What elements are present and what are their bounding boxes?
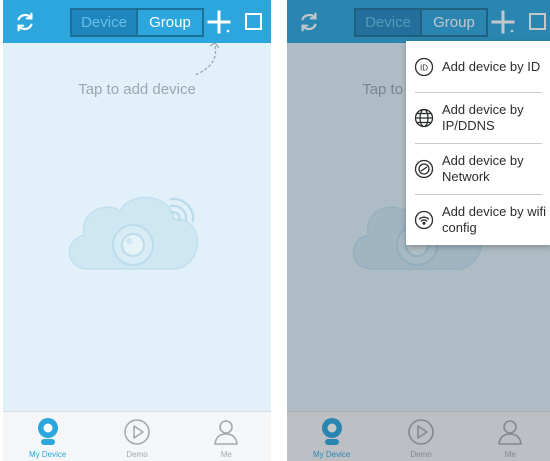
add-device-hint: Tap to add device bbox=[78, 81, 196, 98]
menu-item-label: Add device by IP/DDNS bbox=[442, 101, 524, 133]
tab-my-device[interactable]: My Device bbox=[3, 412, 92, 461]
network-icon bbox=[406, 159, 442, 179]
wifi-icon bbox=[406, 210, 442, 230]
tab-label: Demo bbox=[126, 450, 148, 459]
right-screen: Device Group Tap to add device bbox=[287, 0, 550, 461]
menu-item-add-by-id[interactable]: ID Add device by ID bbox=[406, 41, 550, 92]
segment-device[interactable]: Device bbox=[72, 10, 136, 35]
menu-item-add-by-wifi-config[interactable]: Add device by wifi config bbox=[406, 194, 550, 245]
cloud-camera-wifi-icon bbox=[68, 196, 199, 270]
menu-item-label: Add device by wifi config bbox=[442, 203, 547, 235]
user-icon bbox=[212, 417, 240, 447]
menu-item-label: Add device by ID bbox=[442, 58, 541, 74]
add-icon[interactable] bbox=[203, 0, 235, 43]
camera-icon bbox=[35, 417, 61, 447]
menu-item-label: Add device by Network bbox=[442, 152, 524, 184]
menu-item-add-by-network[interactable]: Add device by Network bbox=[406, 143, 550, 194]
refresh-icon[interactable] bbox=[7, 0, 43, 43]
dashed-arrow-icon bbox=[194, 43, 220, 76]
id-icon: ID bbox=[406, 57, 442, 77]
segment-group[interactable]: Group bbox=[136, 10, 202, 35]
device-list-area: Tap to add device bbox=[3, 43, 271, 411]
add-device-menu: ID Add device by ID Add device by IP/DDN… bbox=[406, 41, 550, 245]
select-square-icon[interactable] bbox=[239, 0, 267, 43]
menu-item-add-by-ip-ddns[interactable]: Add device by IP/DDNS bbox=[406, 92, 550, 143]
play-icon bbox=[123, 417, 151, 447]
left-screen: Device Group Tap to add device My Device… bbox=[3, 0, 271, 461]
globe-icon bbox=[406, 108, 442, 128]
svg-text:ID: ID bbox=[420, 63, 428, 72]
tab-label: My Device bbox=[28, 450, 67, 459]
bottom-tab-bar: My Device Demo Me bbox=[3, 411, 271, 461]
device-group-segmented-control: Device Group bbox=[70, 8, 204, 37]
top-bar: Device Group bbox=[3, 0, 271, 43]
tab-me[interactable]: Me bbox=[182, 412, 271, 461]
tab-label: Me bbox=[220, 450, 232, 459]
tab-demo[interactable]: Demo bbox=[92, 412, 181, 461]
